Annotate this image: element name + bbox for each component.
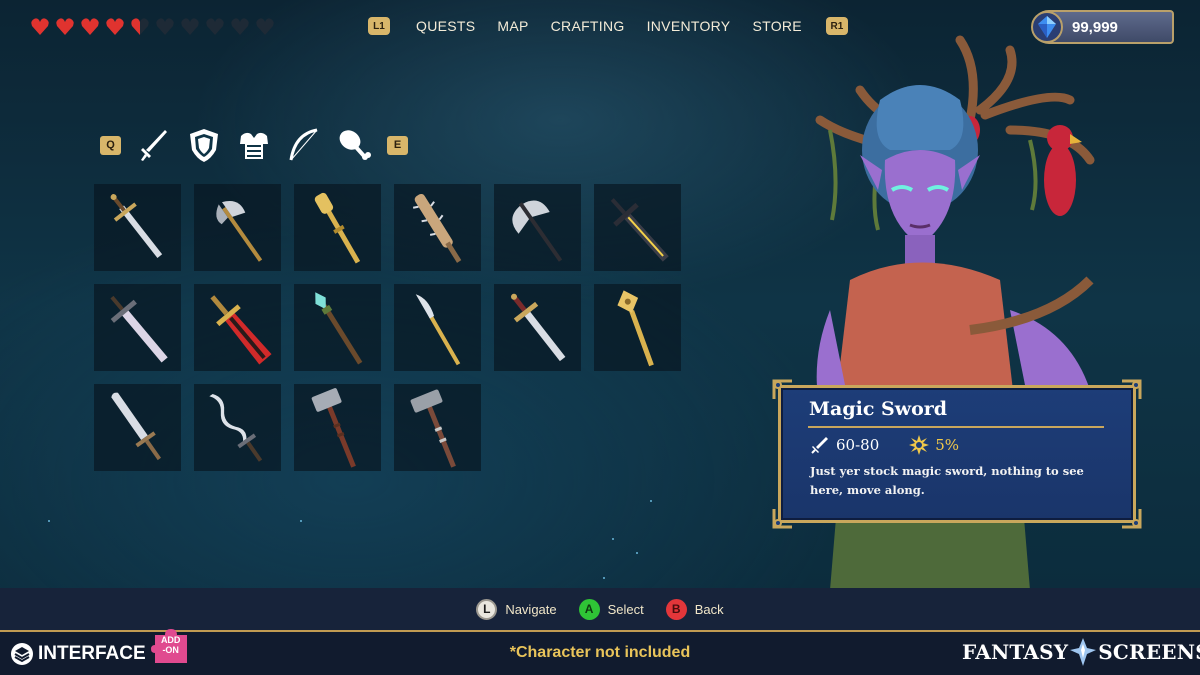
- b-button-icon: B: [665, 598, 687, 620]
- left-stick-icon: L: [476, 598, 498, 620]
- glaive-icon: [415, 294, 461, 366]
- navigate-label: Navigate: [505, 601, 557, 617]
- corner-ornament-icon: [772, 379, 794, 401]
- heart-empty-icon: [155, 17, 175, 37]
- item-description: Just yer stock magic sword, nothing to s…: [810, 464, 1084, 497]
- red-greatsword-icon: [210, 295, 272, 365]
- corner-ornament-icon: [1120, 379, 1142, 401]
- corner-ornament-icon: [1120, 507, 1142, 529]
- next-category-hint[interactable]: E: [387, 135, 408, 155]
- inventory-slot[interactable]: [294, 184, 381, 271]
- heart-full-icon: [80, 17, 100, 37]
- inventory-slot[interactable]: [494, 284, 581, 371]
- armor-icon[interactable]: [237, 126, 271, 164]
- dark-blade-icon: [610, 198, 669, 262]
- screens-wordmark: SCREENS: [1098, 640, 1200, 664]
- drumstick-icon[interactable]: [337, 126, 371, 164]
- fleur-emblem-icon: [1070, 638, 1097, 666]
- l1-bumper-hint[interactable]: L1: [368, 17, 390, 35]
- controls-bar: L Navigate A Select B Back: [0, 588, 1200, 630]
- halberd-icon: [216, 200, 263, 262]
- item-name: Magic Sword: [809, 398, 948, 420]
- short-sword-icon: [111, 392, 162, 461]
- heart-empty-icon: [255, 17, 275, 37]
- inventory-slot[interactable]: [294, 384, 381, 471]
- inventory-slot[interactable]: [394, 284, 481, 371]
- spiked-club-icon: [412, 193, 462, 263]
- title-divider: [808, 426, 1104, 428]
- footer-banner: INTERFACE ADD -ON *Character not included…: [0, 629, 1200, 675]
- back-label: Back: [694, 601, 724, 617]
- tab-crafting[interactable]: CRAFTING: [551, 18, 625, 34]
- longsword-icon: [110, 194, 163, 259]
- category-tabs: Q E: [100, 126, 408, 164]
- prev-category-hint[interactable]: Q: [100, 135, 121, 155]
- heart-empty-icon: [230, 17, 250, 37]
- iron-hammer-icon: [410, 389, 456, 468]
- heart-full-icon: [30, 17, 50, 37]
- item-stats: 60-80 5%: [810, 435, 989, 455]
- inventory-slot[interactable]: [394, 384, 481, 471]
- tab-inventory[interactable]: INVENTORY: [647, 18, 731, 34]
- health-hearts: [30, 17, 275, 37]
- select-label: Select: [607, 601, 644, 617]
- inventory-grid: [94, 184, 681, 471]
- bow-icon[interactable]: [287, 126, 321, 164]
- heart-empty-icon: [180, 17, 200, 37]
- war-hammer-icon: [311, 388, 356, 468]
- inventory-slot[interactable]: [94, 284, 181, 371]
- inventory-slot[interactable]: [594, 184, 681, 271]
- back-control[interactable]: B Back: [665, 598, 724, 620]
- inventory-slot[interactable]: [94, 384, 181, 471]
- heart-full-icon: [105, 17, 125, 37]
- item-tooltip: Magic Sword 60-80 5% Just yer stock magi…: [772, 379, 1142, 529]
- inventory-slot[interactable]: [194, 184, 281, 271]
- crit-burst-icon: [909, 435, 930, 455]
- sword-icon[interactable]: [137, 126, 171, 164]
- crit-chance-value: 5%: [935, 436, 960, 454]
- select-control[interactable]: A Select: [578, 598, 644, 620]
- fantasy-wordmark: FANTASY: [962, 640, 1069, 664]
- crystal-staff-icon: [315, 292, 363, 365]
- inventory-slot[interactable]: [294, 284, 381, 371]
- golden-scepter-icon: [314, 192, 361, 264]
- sword-damage-icon: [811, 437, 828, 454]
- shield-icon[interactable]: [187, 126, 221, 164]
- serpent-blade-icon: [209, 393, 263, 462]
- damage-value: 60-80: [836, 436, 880, 454]
- knight-sword-icon: [510, 293, 566, 362]
- inventory-slot[interactable]: [594, 284, 681, 371]
- heart-full-icon: [55, 17, 75, 37]
- inventory-slot[interactable]: [194, 284, 281, 371]
- fantasy-screens-logo: FANTASY SCREENS: [962, 638, 1200, 666]
- broadsword-icon: [110, 295, 168, 363]
- heart-empty-icon: [205, 17, 225, 37]
- battle-axe-icon: [512, 200, 563, 262]
- gold-mace-icon: [617, 290, 654, 367]
- tab-map[interactable]: MAP: [497, 18, 528, 34]
- inventory-slot[interactable]: [94, 184, 181, 271]
- inventory-slot[interactable]: [494, 184, 581, 271]
- navigate-control[interactable]: L Navigate: [476, 598, 557, 620]
- corner-ornament-icon: [772, 507, 794, 529]
- heart-half-icon: [130, 17, 150, 37]
- inventory-slot[interactable]: [194, 384, 281, 471]
- a-button-icon: A: [578, 598, 600, 620]
- tab-quests[interactable]: QUESTS: [416, 18, 475, 34]
- inventory-slot[interactable]: [394, 184, 481, 271]
